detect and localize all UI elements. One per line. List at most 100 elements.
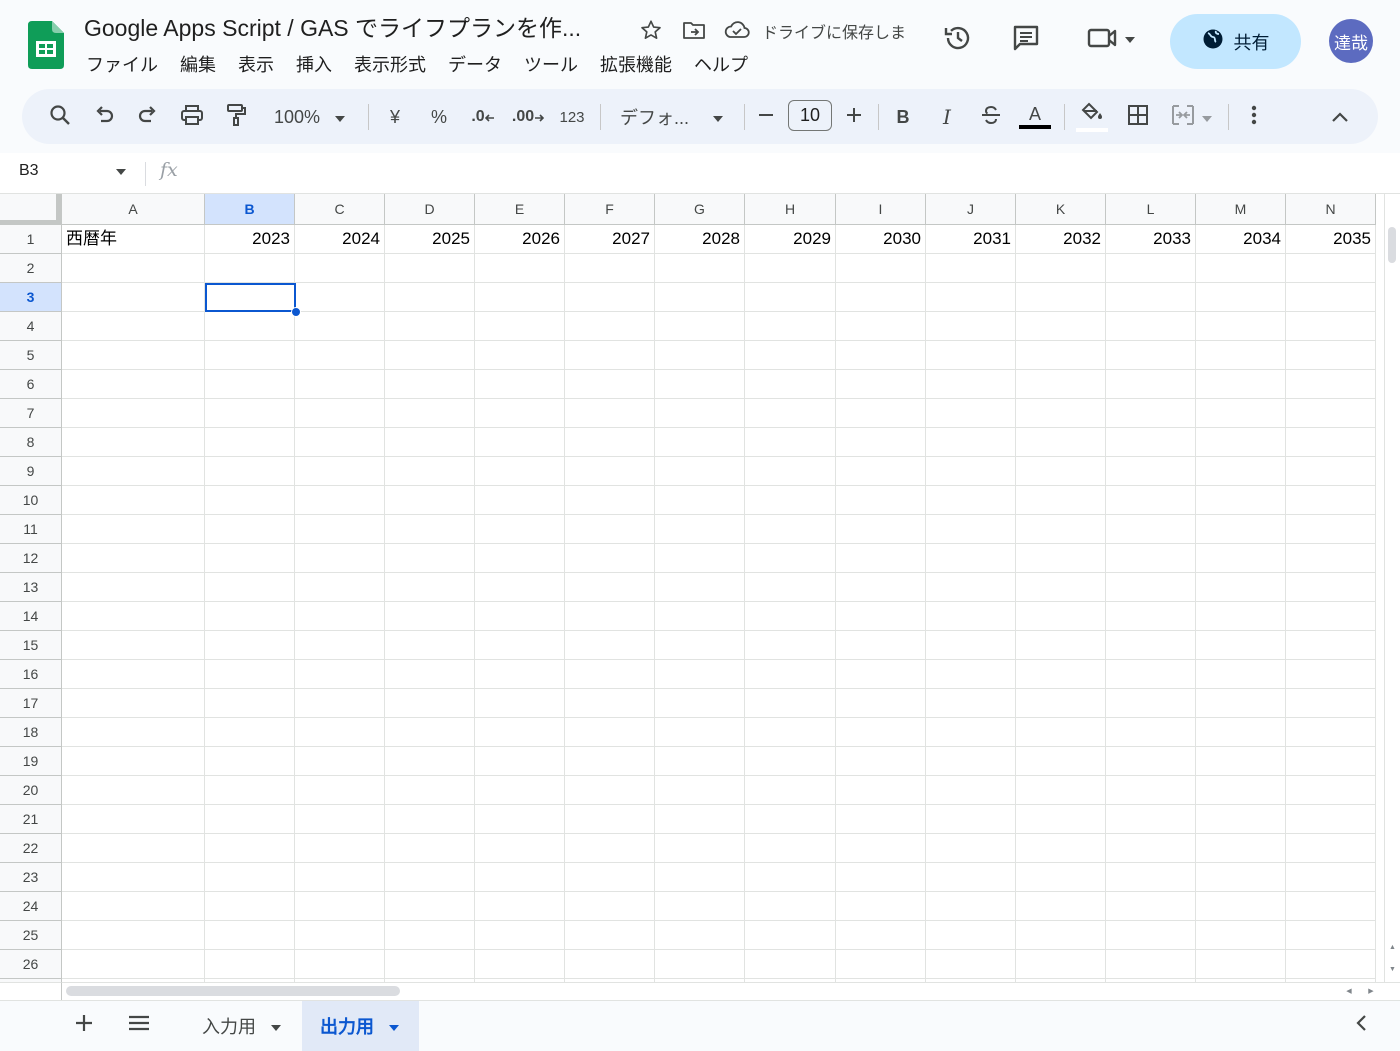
cell-i3[interactable] bbox=[836, 283, 926, 312]
cell-e15[interactable] bbox=[475, 631, 565, 660]
column-header-l[interactable]: L bbox=[1106, 194, 1196, 225]
cell-c20[interactable] bbox=[295, 776, 385, 805]
cell-d19[interactable] bbox=[385, 747, 475, 776]
cell-j18[interactable] bbox=[926, 718, 1016, 747]
cell-g16[interactable] bbox=[655, 660, 745, 689]
cell-h15[interactable] bbox=[745, 631, 836, 660]
cell-h17[interactable] bbox=[745, 689, 836, 718]
cell-j15[interactable] bbox=[926, 631, 1016, 660]
cell-b6[interactable] bbox=[205, 370, 295, 399]
cell-g15[interactable] bbox=[655, 631, 745, 660]
column-header-a[interactable]: A bbox=[62, 194, 205, 225]
cell-n20[interactable] bbox=[1286, 776, 1376, 805]
cell-f26[interactable] bbox=[565, 950, 655, 979]
cell-l13[interactable] bbox=[1106, 573, 1196, 602]
cell-m21[interactable] bbox=[1196, 805, 1286, 834]
cell-a10[interactable] bbox=[62, 486, 205, 515]
cell-m15[interactable] bbox=[1196, 631, 1286, 660]
cell-e24[interactable] bbox=[475, 892, 565, 921]
cell-c9[interactable] bbox=[295, 457, 385, 486]
cell-k26[interactable] bbox=[1016, 950, 1106, 979]
cell-g18[interactable] bbox=[655, 718, 745, 747]
cell-d7[interactable] bbox=[385, 399, 475, 428]
cell-a22[interactable] bbox=[62, 834, 205, 863]
cell-j23[interactable] bbox=[926, 863, 1016, 892]
cell-e7[interactable] bbox=[475, 399, 565, 428]
cell-n18[interactable] bbox=[1286, 718, 1376, 747]
cell-e18[interactable] bbox=[475, 718, 565, 747]
cell-c6[interactable] bbox=[295, 370, 385, 399]
cell-d24[interactable] bbox=[385, 892, 475, 921]
menu-view[interactable]: 表示 bbox=[227, 50, 285, 80]
cell-j14[interactable] bbox=[926, 602, 1016, 631]
cell-b19[interactable] bbox=[205, 747, 295, 776]
cell-d1[interactable]: 2025 bbox=[385, 225, 475, 254]
cell-a2[interactable] bbox=[62, 254, 205, 283]
cell-a11[interactable] bbox=[62, 515, 205, 544]
menu-help[interactable]: ヘルプ bbox=[683, 50, 759, 80]
column-header-b[interactable]: B bbox=[205, 194, 295, 225]
cell-i22[interactable] bbox=[836, 834, 926, 863]
cell-d21[interactable] bbox=[385, 805, 475, 834]
cell-n25[interactable] bbox=[1286, 921, 1376, 950]
cell-l9[interactable] bbox=[1106, 457, 1196, 486]
cell-j25[interactable] bbox=[926, 921, 1016, 950]
cell-j17[interactable] bbox=[926, 689, 1016, 718]
cell-f20[interactable] bbox=[565, 776, 655, 805]
column-header-i[interactable]: I bbox=[836, 194, 926, 225]
column-header-d[interactable]: D bbox=[385, 194, 475, 225]
cell-h22[interactable] bbox=[745, 834, 836, 863]
name-box[interactable]: B3 bbox=[19, 162, 39, 180]
cell-e6[interactable] bbox=[475, 370, 565, 399]
cell-i13[interactable] bbox=[836, 573, 926, 602]
decrease-decimal-button[interactable]: .0 bbox=[466, 97, 500, 137]
cell-e11[interactable] bbox=[475, 515, 565, 544]
cell-i20[interactable] bbox=[836, 776, 926, 805]
cell-f22[interactable] bbox=[565, 834, 655, 863]
cell-d18[interactable] bbox=[385, 718, 475, 747]
cell-f25[interactable] bbox=[565, 921, 655, 950]
vertical-scroll-thumb[interactable] bbox=[1388, 227, 1396, 263]
menu-insert[interactable]: 挿入 bbox=[285, 50, 343, 80]
cell-a20[interactable] bbox=[62, 776, 205, 805]
sheets-logo-icon[interactable] bbox=[28, 21, 64, 69]
menu-extensions[interactable]: 拡張機能 bbox=[589, 50, 683, 80]
cell-i23[interactable] bbox=[836, 863, 926, 892]
document-title[interactable]: Google Apps Script / GAS でライフプランを作... bbox=[84, 12, 581, 44]
cell-l2[interactable] bbox=[1106, 254, 1196, 283]
cell-j12[interactable] bbox=[926, 544, 1016, 573]
cell-c10[interactable] bbox=[295, 486, 385, 515]
cell-d20[interactable] bbox=[385, 776, 475, 805]
cell-l7[interactable] bbox=[1106, 399, 1196, 428]
vertical-scrollbar[interactable]: ▲ ▼ bbox=[1384, 194, 1400, 982]
cell-d8[interactable] bbox=[385, 428, 475, 457]
cell-n7[interactable] bbox=[1286, 399, 1376, 428]
row-header-9[interactable]: 9 bbox=[0, 457, 62, 486]
cloud-saved-icon[interactable] bbox=[724, 17, 750, 43]
cell-j11[interactable] bbox=[926, 515, 1016, 544]
cell-h19[interactable] bbox=[745, 747, 836, 776]
cell-j13[interactable] bbox=[926, 573, 1016, 602]
cell-n5[interactable] bbox=[1286, 341, 1376, 370]
cell-n22[interactable] bbox=[1286, 834, 1376, 863]
cell-h4[interactable] bbox=[745, 312, 836, 341]
cell-f4[interactable] bbox=[565, 312, 655, 341]
cell-h23[interactable] bbox=[745, 863, 836, 892]
cell-g3[interactable] bbox=[655, 283, 745, 312]
cell-n17[interactable] bbox=[1286, 689, 1376, 718]
cell-a13[interactable] bbox=[62, 573, 205, 602]
fill-color-button[interactable] bbox=[1074, 97, 1110, 137]
cell-a7[interactable] bbox=[62, 399, 205, 428]
cell-m2[interactable] bbox=[1196, 254, 1286, 283]
cell-e13[interactable] bbox=[475, 573, 565, 602]
merge-cells-button[interactable] bbox=[1164, 97, 1220, 137]
cell-n12[interactable] bbox=[1286, 544, 1376, 573]
cell-n26[interactable] bbox=[1286, 950, 1376, 979]
cell-m23[interactable] bbox=[1196, 863, 1286, 892]
cell-e12[interactable] bbox=[475, 544, 565, 573]
cell-d11[interactable] bbox=[385, 515, 475, 544]
cell-h10[interactable] bbox=[745, 486, 836, 515]
cell-n24[interactable] bbox=[1286, 892, 1376, 921]
cell-i12[interactable] bbox=[836, 544, 926, 573]
select-all-corner[interactable] bbox=[0, 194, 62, 225]
